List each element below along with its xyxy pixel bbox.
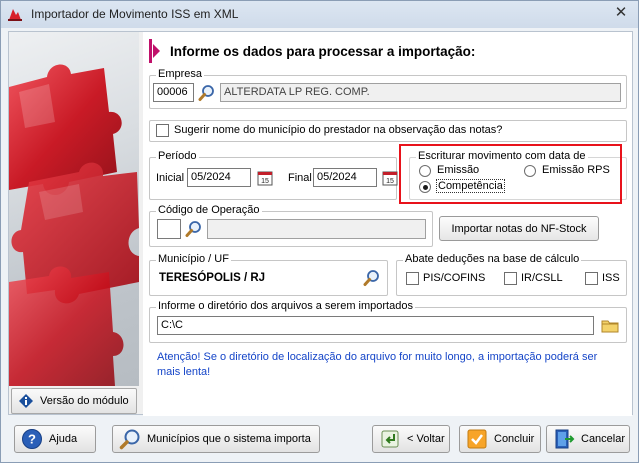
periodo-inicial-calendar-button[interactable]: 15 xyxy=(254,167,276,188)
periodo-inicial-label: Inicial xyxy=(156,172,185,184)
cancelar-button[interactable]: Cancelar xyxy=(546,425,630,453)
puzzle-image xyxy=(9,64,139,386)
sugerir-checkbox[interactable] xyxy=(156,124,169,137)
periodo-final-input[interactable]: 05/2024 xyxy=(313,168,377,187)
periodo-final-calendar-button[interactable]: 15 xyxy=(379,167,401,188)
header-arrow-icon xyxy=(149,39,160,63)
sugerir-label: Sugerir nome do município do prestador n… xyxy=(174,124,503,136)
close-icon[interactable]: ✕ xyxy=(612,4,630,22)
checkbox-pis-cofins[interactable] xyxy=(406,272,419,285)
magnifier-icon xyxy=(119,429,140,450)
abate-legend: Abate deduções na base de cálculo xyxy=(403,253,582,266)
radio-competencia[interactable] xyxy=(419,181,431,193)
radio-emissao-rps[interactable] xyxy=(524,165,536,177)
radio-emissao-rps-label: Emissão RPS xyxy=(542,164,610,176)
cancelar-label: Cancelar xyxy=(581,433,626,445)
side-image xyxy=(9,32,139,386)
folder-icon xyxy=(601,320,619,332)
municipio-search-button[interactable] xyxy=(361,267,383,288)
codigo-legend: Código de Operação xyxy=(156,204,262,217)
form-panel: Informe os dados para processar a import… xyxy=(143,32,632,416)
calendar-icon: 15 xyxy=(257,171,273,185)
empresa-name-field: ALTERDATA LP REG. COMP. xyxy=(220,83,621,102)
codigo-search-button[interactable] xyxy=(183,218,205,239)
client-area: Versão do módulo Informe os dados para p… xyxy=(8,31,633,416)
help-icon: ? xyxy=(22,429,42,449)
radio-emissao-label: Emissão xyxy=(437,164,480,176)
diretorio-legend: Informe o diretório dos arquivos a serem… xyxy=(156,300,415,313)
magnifier-icon xyxy=(198,84,214,101)
versao-modulo-label: Versão do módulo xyxy=(40,395,129,407)
warning-text: Atenção! Se o diretório de localização d… xyxy=(157,351,598,378)
svg-text:15: 15 xyxy=(261,178,269,185)
checkbox-ir-csll-label: IR/CSLL xyxy=(521,272,563,284)
codigo-input[interactable] xyxy=(157,219,181,239)
municipio-legend: Município / UF xyxy=(156,253,231,266)
app-icon xyxy=(8,9,22,21)
diretorio-input[interactable]: C:\C xyxy=(157,316,594,335)
radio-emissao[interactable] xyxy=(419,165,431,177)
voltar-button[interactable]: < Voltar xyxy=(372,425,450,453)
form-header: Informe os dados para processar a import… xyxy=(149,38,627,64)
checkbox-ir-csll[interactable] xyxy=(504,272,517,285)
municipios-button[interactable]: Municípios que o sistema importa xyxy=(112,425,320,453)
svg-text:15: 15 xyxy=(386,178,394,185)
empresa-legend: Empresa xyxy=(156,68,205,81)
escriturar-legend: Escriturar movimento com data de xyxy=(416,150,588,163)
empresa-search-button[interactable] xyxy=(196,82,218,103)
ajuda-button[interactable]: ? Ajuda xyxy=(14,425,96,453)
municipio-value: TERESÓPOLIS / RJ xyxy=(159,272,266,284)
concluir-button[interactable]: Concluir xyxy=(459,425,541,453)
magnifier-icon xyxy=(185,220,201,237)
checkbox-iss[interactable] xyxy=(585,272,598,285)
periodo-inicial-input[interactable]: 05/2024 xyxy=(187,168,251,187)
voltar-label: < Voltar xyxy=(407,433,445,445)
ajuda-label: Ajuda xyxy=(49,433,78,445)
periodo-final-label: Final xyxy=(288,172,312,184)
form-title: Informe os dados para processar a import… xyxy=(170,43,476,59)
codigo-description-field xyxy=(207,219,426,239)
diretorio-browse-button[interactable] xyxy=(599,315,621,336)
periodo-legend: Período xyxy=(156,150,199,163)
magnifier-icon xyxy=(363,269,379,286)
radio-competencia-label: Competência xyxy=(436,179,505,193)
importador-window: Importador de Movimento ISS em XML ✕ Ver… xyxy=(0,0,639,463)
back-arrow-icon xyxy=(381,430,399,448)
checkbox-pis-cofins-label: PIS/COFINS xyxy=(423,272,486,284)
title-bar: Importador de Movimento ISS em XML ✕ xyxy=(1,1,638,28)
exit-door-icon xyxy=(555,429,575,449)
empresa-code-input[interactable]: 00006 xyxy=(153,83,194,102)
window-title: Importador de Movimento ISS em XML xyxy=(31,7,239,21)
checkbox-iss-label: ISS xyxy=(602,272,620,284)
importar-nfstock-button[interactable]: Importar notas do NF-Stock xyxy=(439,216,599,241)
municipios-label: Municípios que o sistema importa xyxy=(147,433,311,445)
checkmark-icon xyxy=(467,429,487,449)
versao-modulo-button[interactable]: Versão do módulo xyxy=(11,388,137,414)
svg-text:?: ? xyxy=(28,432,36,447)
calendar-icon: 15 xyxy=(382,171,398,185)
info-icon xyxy=(19,394,33,408)
concluir-label: Concluir xyxy=(494,433,535,445)
